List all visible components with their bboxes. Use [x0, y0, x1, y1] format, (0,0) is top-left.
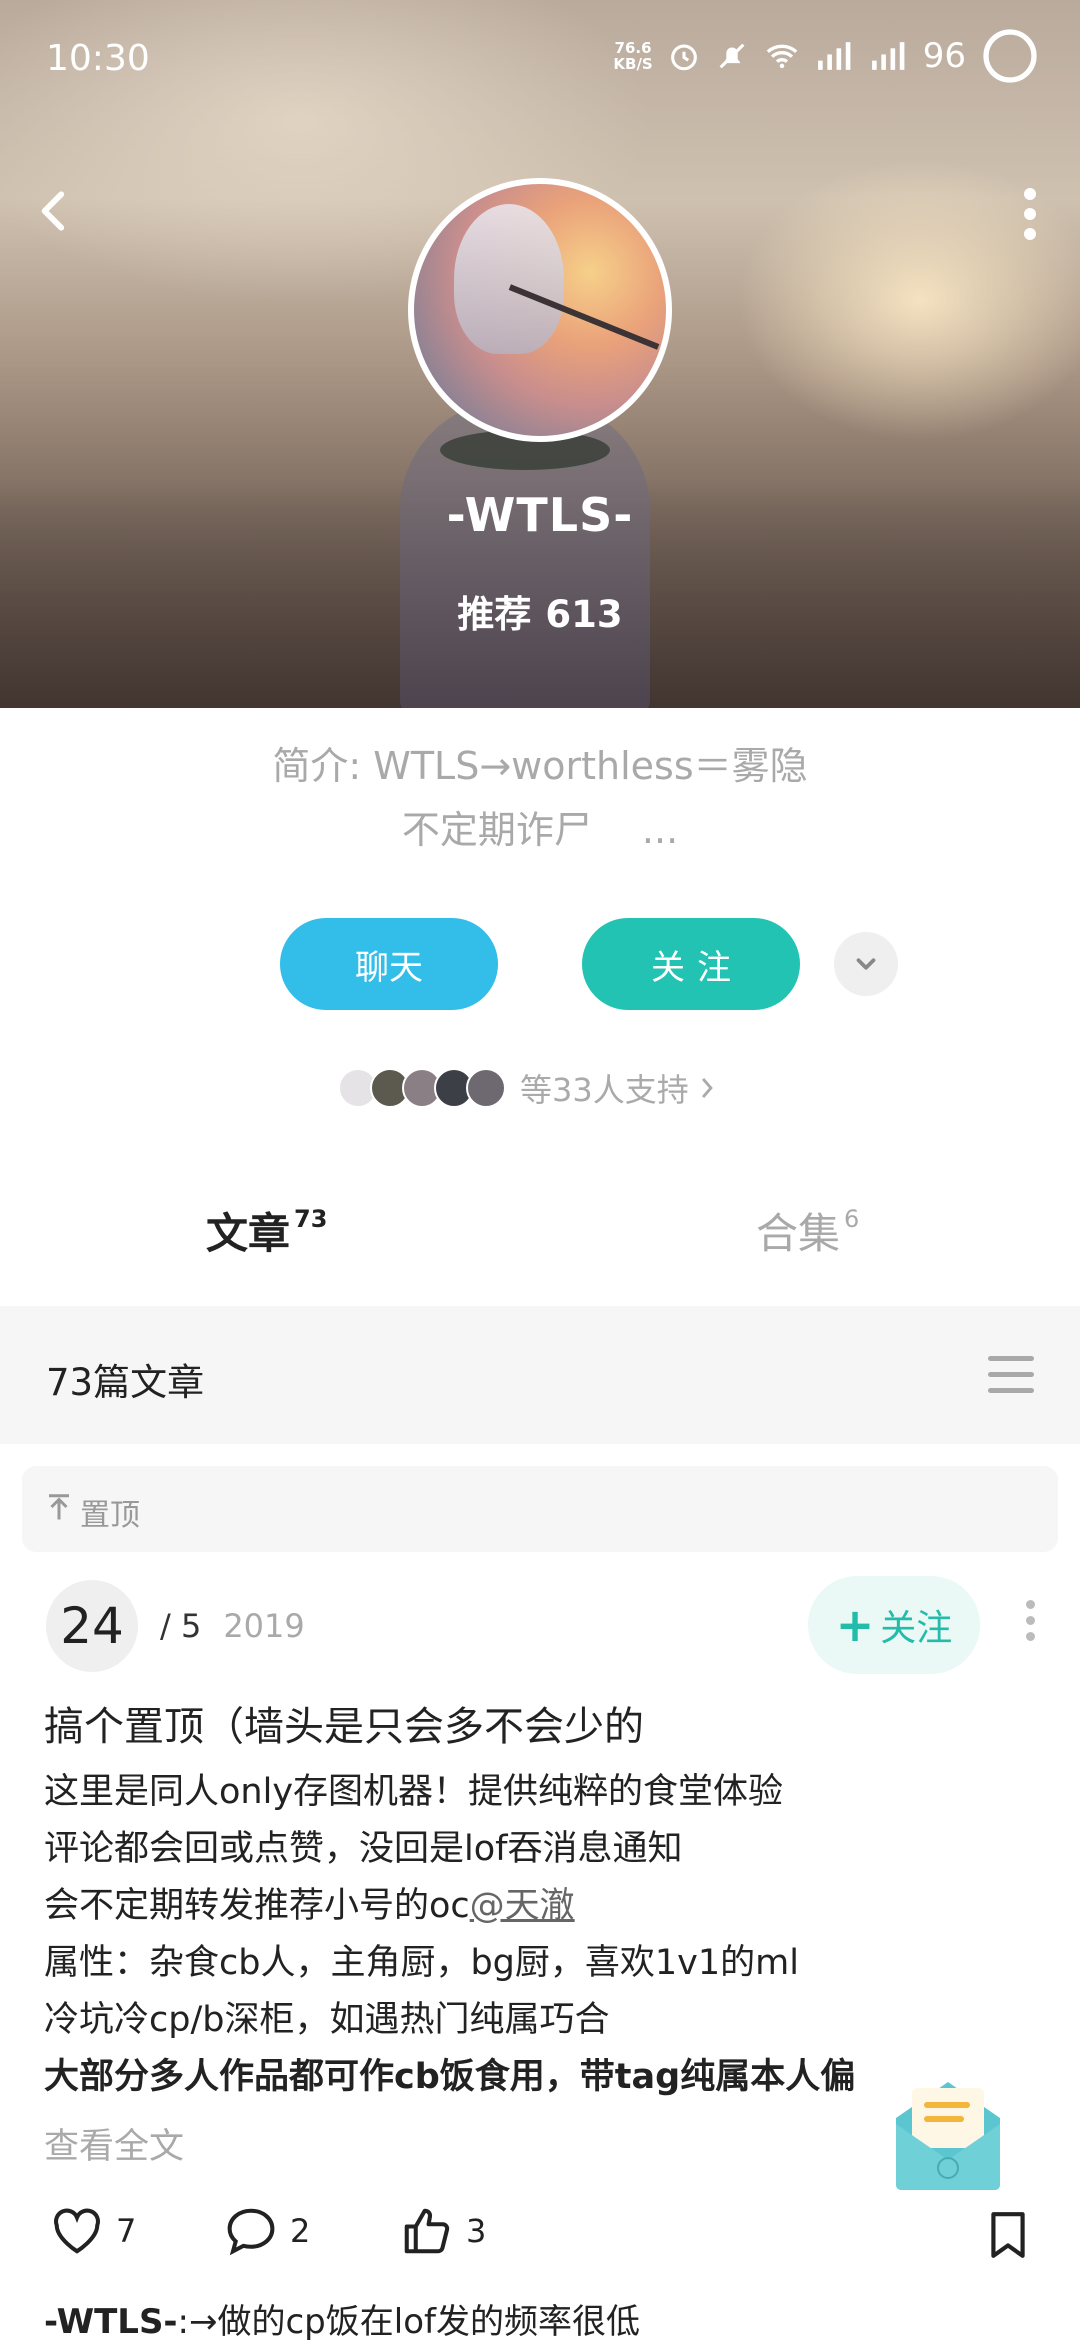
tab-articles[interactable]: 文章 73 — [206, 1200, 327, 1261]
more-vertical-icon — [1024, 188, 1036, 240]
recommend-label: 推荐 — [457, 593, 532, 636]
heart-icon — [54, 2208, 100, 2254]
back-chevron-icon — [41, 191, 65, 231]
post-day: 24 — [46, 1580, 138, 1672]
recommend-number: 613 — [545, 593, 623, 636]
recommend-action-count: 3 — [466, 2212, 487, 2250]
net-speed-value: 76.6 — [614, 39, 652, 57]
comment-icon — [227, 2208, 275, 2256]
bio-line-1: 简介: WTLS→worthless＝雾隐 — [272, 744, 808, 788]
chevron-right-icon — [701, 1077, 713, 1099]
follow-button[interactable]: 关注 — [582, 918, 800, 1010]
profile-avatar[interactable] — [408, 178, 672, 442]
tab-collections-count: 6 — [844, 1205, 860, 1233]
mention-link[interactable]: @天澈 — [470, 1886, 575, 1926]
like-action[interactable]: 7 — [50, 2206, 136, 2256]
post-line: 冷坑冷cp/b深柜，如遇热门纯属巧合 — [44, 2000, 610, 2040]
bookmark-action[interactable] — [988, 2210, 1028, 2264]
post-follow-button[interactable]: + 关注 — [808, 1576, 980, 1674]
thumbs-up-icon — [404, 2208, 450, 2254]
status-time: 10:30 — [46, 38, 150, 79]
status-icons: 76.6 KB/S 96 — [613, 26, 1040, 86]
post-line: 这里是同人only存图机器！提供纯粹的食堂体验 — [44, 1772, 784, 1812]
bio-line-2: 不定期诈尸 ... — [401, 808, 679, 852]
post-actions: 7 2 3 — [0, 2206, 1080, 2270]
next-post-author: -WTLS- — [44, 2302, 178, 2340]
post-body[interactable]: 这里是同人only存图机器！提供纯粹的食堂体验 评论都会回或点赞，没回是lof吞… — [44, 1764, 1024, 2106]
post-date: 24 / 5 2019 — [46, 1580, 305, 1672]
bookmark-icon — [991, 2212, 1025, 2258]
supporter-avatar — [466, 1068, 506, 1108]
battery-level: 96 — [922, 36, 966, 76]
chevron-down-icon — [856, 958, 876, 970]
post-year: 2019 — [223, 1607, 305, 1645]
tab-collections[interactable]: 合集 6 — [756, 1200, 859, 1261]
next-post-preview[interactable]: -WTLS-:→做的cp饭在lof发的频率很低 — [44, 2294, 640, 2340]
post-line: 会不定期转发推荐小号的oc@天澈 — [44, 1878, 1024, 1935]
post-line: 评论都会回或点赞，没回是lof吞消息通知 — [44, 1829, 683, 1869]
profile-bio[interactable]: 简介: WTLS→worthless＝雾隐 不定期诈尸 ... — [0, 734, 1080, 862]
battery-ring-icon — [980, 26, 1040, 86]
wifi-icon — [763, 39, 801, 73]
post-title[interactable]: 搞个置顶（墙头是只会多不会少的 — [44, 1694, 644, 1752]
plus-icon: + — [835, 1598, 875, 1652]
net-speed-unit: KB/S — [613, 55, 653, 73]
post-line: 属性：杂食cb人，主角厨，bg厨，喜欢1v1的ml — [44, 1943, 799, 1983]
read-more-link[interactable]: 查看全文 — [44, 2118, 184, 2169]
article-list-header: 73篇文章 — [0, 1306, 1080, 1444]
avatar-hair — [454, 204, 564, 354]
5g-signal-icon — [815, 39, 855, 73]
pinned-label: 置顶 — [80, 1498, 140, 1533]
tab-articles-count: 73 — [294, 1205, 328, 1233]
comment-action[interactable]: 2 — [224, 2206, 310, 2256]
post-more-icon[interactable] — [1020, 1600, 1040, 1648]
post-month: / 5 — [160, 1607, 202, 1645]
pin-icon — [49, 1494, 69, 1520]
more-options-button[interactable] — [1010, 186, 1050, 242]
mail-envelope-icon[interactable] — [886, 2068, 1010, 2196]
post-line-text: 会不定期转发推荐小号的oc — [44, 1886, 470, 1926]
chat-button[interactable]: 聊天 — [280, 918, 498, 1010]
comment-count: 2 — [290, 2212, 311, 2250]
list-menu-icon[interactable] — [988, 1356, 1034, 1396]
recommend-count[interactable]: 推荐 613 — [0, 584, 1080, 638]
expand-button[interactable] — [834, 932, 898, 996]
next-post-text: :→做的cp饭在lof发的频率很低 — [177, 2302, 640, 2340]
status-bar: 10:30 76.6 KB/S 96 — [0, 0, 1080, 120]
profile-username: -WTLS- — [446, 488, 634, 542]
4g-signal-icon — [869, 39, 909, 73]
pinned-bar: 置顶 — [22, 1466, 1058, 1552]
like-count: 7 — [116, 2212, 137, 2250]
supporters-row[interactable]: 等33人支持 — [338, 1066, 717, 1110]
net-speed: 76.6 KB/S — [613, 40, 652, 72]
supporters-text: 等33人支持 — [520, 1071, 689, 1109]
tab-collections-label: 合集 — [756, 1209, 841, 1258]
post-line: 大部分多人作品都可作cb饭食用，带tag纯属本人偏 — [44, 2057, 856, 2097]
back-button[interactable] — [30, 186, 80, 236]
mute-icon — [715, 39, 749, 73]
post-follow-label: 关注 — [880, 1608, 953, 1649]
article-count-title: 73篇文章 — [46, 1361, 205, 1404]
alarm-icon — [667, 39, 701, 73]
recommend-action[interactable]: 3 — [400, 2206, 486, 2256]
tab-articles-label: 文章 — [206, 1209, 291, 1258]
